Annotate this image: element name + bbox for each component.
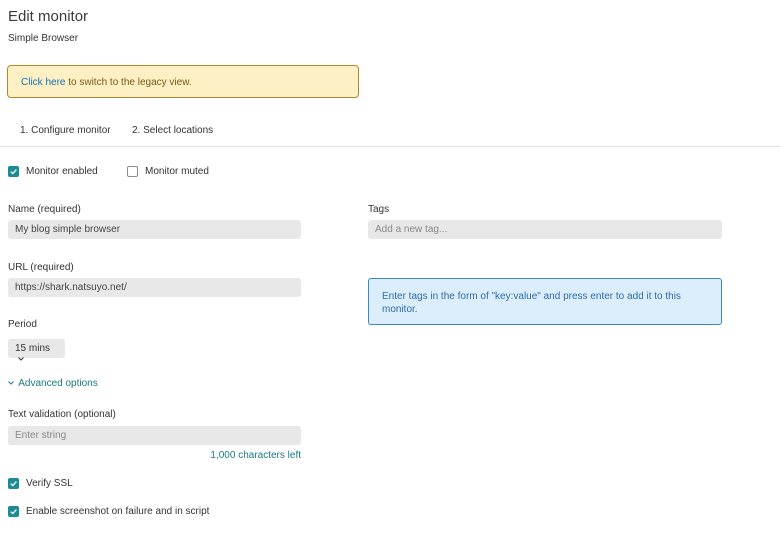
monitor-muted-row: Monitor muted — [127, 166, 209, 177]
name-label: Name (required) — [8, 204, 81, 215]
chevron-down-icon — [8, 381, 14, 385]
verify-ssl-row: Verify SSL — [8, 478, 73, 489]
monitor-enabled-row: Monitor enabled — [8, 166, 98, 177]
tags-input[interactable]: Add a new tag... — [368, 220, 722, 239]
tab-configure-monitor[interactable]: 1. Configure monitor — [20, 121, 111, 147]
tab-bar: 1. Configure monitor 2. Select locations — [0, 121, 780, 147]
screenshot-checkbox[interactable] — [8, 506, 19, 517]
monitor-muted-label: Monitor muted — [145, 166, 209, 177]
check-icon — [10, 481, 17, 487]
tabs-divider — [0, 146, 780, 147]
monitor-muted-checkbox[interactable] — [127, 166, 138, 177]
advanced-options-label: Advanced options — [18, 378, 98, 389]
character-counter: 1,000 characters left — [210, 450, 301, 461]
monitor-enabled-checkbox[interactable] — [8, 166, 19, 177]
page-subtitle: Simple Browser — [8, 33, 79, 44]
page-title: Edit monitor — [8, 8, 89, 25]
tags-label: Tags — [368, 204, 390, 215]
check-icon — [10, 509, 17, 515]
monitor-enabled-label: Monitor enabled — [26, 166, 98, 177]
url-label: URL (required) — [8, 262, 74, 273]
tab-select-locations[interactable]: 2. Select locations — [132, 121, 213, 146]
name-input[interactable]: My blog simple browser — [8, 220, 301, 239]
tags-info-box: Enter tags in the form of "key:value" an… — [368, 278, 722, 325]
screenshot-label: Enable screenshot on failure and in scri… — [26, 506, 210, 517]
check-icon — [10, 169, 17, 175]
url-input[interactable]: https://shark.natsuyo.net/ — [8, 278, 301, 297]
text-validation-input[interactable]: Enter string — [8, 426, 301, 445]
tags-info-text: Enter tags in the form of "key:value" an… — [382, 291, 681, 315]
verify-ssl-checkbox[interactable] — [8, 478, 19, 489]
period-select[interactable]: 15 mins — [8, 339, 65, 361]
period-value: 15 mins — [15, 343, 51, 354]
screenshot-row: Enable screenshot on failure and in scri… — [8, 506, 209, 517]
chevron-down-icon — [18, 357, 24, 361]
legacy-view-notice-text: to switch to the legacy view. — [65, 77, 192, 88]
verify-ssl-label: Verify SSL — [26, 478, 73, 489]
legacy-view-notice: Click here to switch to the legacy view. — [7, 65, 359, 98]
text-validation-label: Text validation (optional) — [8, 409, 116, 420]
period-label: Period — [8, 319, 37, 330]
advanced-options-toggle[interactable]: Advanced options — [8, 378, 98, 389]
legacy-view-link[interactable]: Click here — [21, 77, 65, 88]
